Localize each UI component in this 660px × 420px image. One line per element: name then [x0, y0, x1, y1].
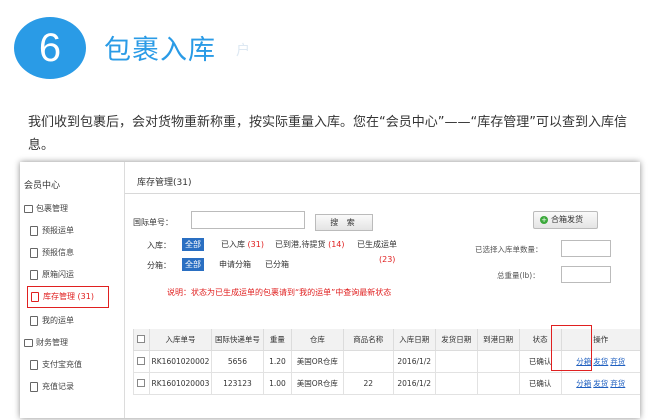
row-checkbox[interactable] — [133, 372, 150, 395]
split-filter-all[interactable]: 全部 — [182, 258, 204, 271]
column-header: 仓库 — [290, 329, 344, 351]
doc-icon — [30, 270, 38, 280]
table-cell — [342, 350, 394, 373]
status-note: 说明：状态为已生成运单的包裹请到“我的运单”中查询最新状态 — [167, 288, 392, 297]
table-cell: 1.00 — [262, 372, 292, 395]
split-filter-apply[interactable]: 申请分箱 — [216, 258, 254, 271]
row-actions: 分箱 发货 弃货 — [560, 372, 640, 395]
title-divider — [125, 193, 640, 194]
select-all-checkbox[interactable] — [133, 329, 150, 351]
status-cell: 已确认 — [518, 372, 562, 395]
abandon-link[interactable]: 弃货 — [610, 357, 625, 366]
stock-filter-all[interactable]: 全部 — [182, 238, 204, 251]
abandon-link[interactable]: 弃货 — [610, 379, 625, 388]
plus-circle-icon: + — [540, 216, 548, 224]
stock-filter-label: 入库： — [147, 241, 171, 250]
column-header: 入库单号 — [148, 329, 212, 351]
sidebar-item-inventory[interactable]: 库存管理 (31) — [27, 286, 109, 308]
sidebar-item-recharge-record[interactable]: 充值记录 — [20, 378, 124, 396]
title-ghost-text: 户 — [236, 43, 250, 59]
ship-link[interactable]: 发货 — [593, 357, 608, 366]
table-row: RK1601020003 123123 1.00 美国OR仓库 22 2016/… — [133, 372, 640, 395]
table-cell: 5656 — [210, 350, 264, 373]
column-header: 入库日期 — [392, 329, 436, 351]
table-cell — [476, 350, 520, 373]
intl-number-input[interactable] — [191, 211, 305, 229]
sidebar-section-package[interactable]: 包裹管理 — [20, 200, 124, 218]
split-filter-done[interactable]: 已分箱 — [262, 258, 292, 271]
table-cell: 2016/1/2 — [392, 350, 436, 373]
doc-icon — [30, 316, 38, 326]
sidebar: 会员中心 包裹管理 预报运单 预报信息 原箱闪运 库存管理 (31) 我的运单 … — [20, 162, 125, 418]
intl-number-label: 国际单号： — [133, 218, 173, 227]
column-header: 到港日期 — [476, 329, 520, 351]
search-button[interactable]: 搜 索 — [315, 214, 373, 231]
column-header: 重量 — [262, 329, 292, 351]
doc-icon — [31, 292, 39, 302]
table-cell — [434, 372, 478, 395]
sidebar-item-original-box[interactable]: 原箱闪运 — [20, 266, 124, 284]
table-cell — [476, 372, 520, 395]
total-weight-box — [561, 266, 611, 283]
total-weight-label: 总重量(lb)： — [497, 271, 540, 280]
selected-count-label: 已选择入库单数量： — [475, 245, 543, 254]
table-cell: 123123 — [210, 372, 264, 395]
embedded-screenshot: 会员中心 包裹管理 预报运单 预报信息 原箱闪运 库存管理 (31) 我的运单 … — [20, 162, 640, 418]
doc-icon — [30, 226, 38, 236]
stock-filter-stocked[interactable]: 已入库 (31) — [218, 238, 267, 251]
table-cell: 美国OR仓库 — [290, 372, 344, 395]
step-number-circle: 6 — [14, 17, 86, 79]
table-cell: RK1601020003 — [148, 372, 212, 395]
sidebar-title: 会员中心 — [24, 181, 61, 191]
doc-icon — [30, 248, 38, 258]
status-highlight-box — [551, 325, 592, 371]
merge-ship-button[interactable]: + 合箱发货 — [533, 211, 598, 229]
stock-filter-waybill[interactable]: 已生成运单 — [354, 238, 400, 251]
wallet-icon — [24, 339, 33, 347]
intro-text: 我们收到包裹后，会对货物重新称重，按实际重量入库。您在“会员中心”——“库存管理… — [28, 115, 627, 153]
table-cell: 22 — [342, 372, 394, 395]
column-header: 发货日期 — [434, 329, 478, 351]
sidebar-item-forecast-waybill[interactable]: 预报运单 — [20, 222, 124, 240]
table-cell: 2016/1/2 — [392, 372, 436, 395]
page-title: 库存管理(31) — [137, 178, 192, 188]
main-panel: 库存管理(31) 国际单号： 搜 索 + 合箱发货 入库： 全部 已入库 (31… — [125, 162, 640, 418]
split-filter-label: 分箱： — [147, 261, 171, 270]
row-checkbox[interactable] — [133, 350, 150, 373]
doc-icon — [30, 360, 38, 370]
stock-filter-arrived[interactable]: 已到港,待提货 (14) — [272, 238, 348, 251]
ship-link[interactable]: 发货 — [593, 379, 608, 388]
sidebar-item-forecast-info[interactable]: 预报信息 — [20, 244, 124, 262]
stock-filter-waybill-count: (23) — [379, 255, 396, 264]
table-cell: 美国OR仓库 — [290, 350, 344, 373]
column-header: 商品名称 — [342, 329, 394, 351]
split-box-link[interactable]: 分箱 — [576, 379, 591, 388]
table-cell: RK1601020002 — [148, 350, 212, 373]
column-header: 国际快递单号 — [210, 329, 264, 351]
step-title: 包裹入库 — [104, 35, 216, 66]
sidebar-section-finance[interactable]: 财务管理 — [20, 334, 124, 352]
table-cell: 1.20 — [262, 350, 292, 373]
sidebar-item-alipay[interactable]: 支付宝充值 — [20, 356, 124, 374]
selected-count-box — [561, 240, 611, 257]
box-icon — [24, 205, 33, 213]
sidebar-item-my-waybill[interactable]: 我的运单 — [20, 312, 124, 330]
table-cell — [434, 350, 478, 373]
doc-icon — [30, 382, 38, 392]
